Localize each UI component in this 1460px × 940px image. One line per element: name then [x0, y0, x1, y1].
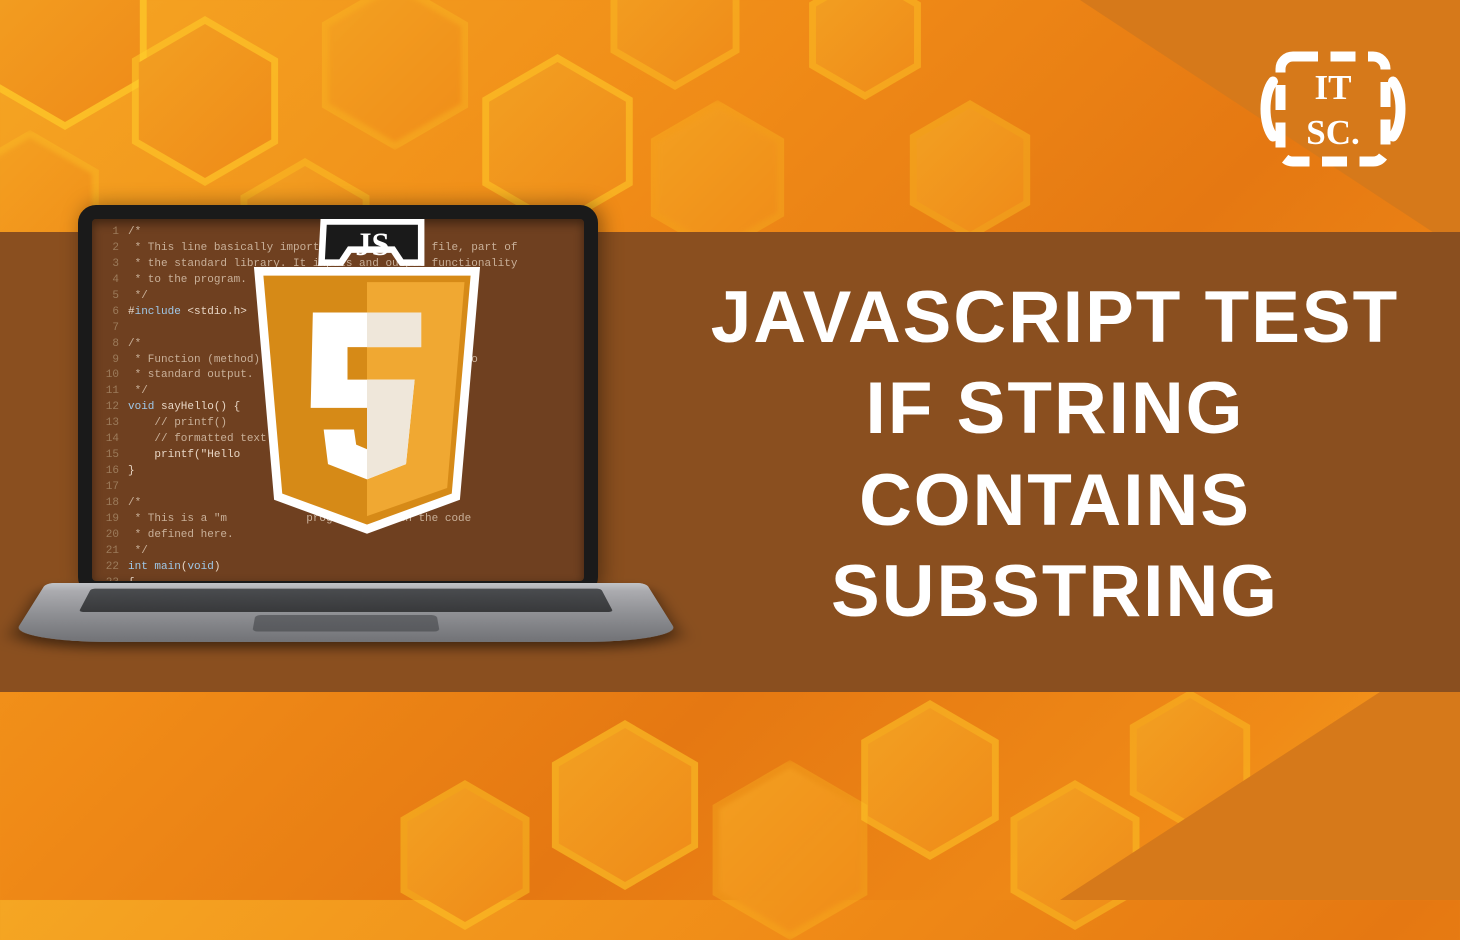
bg-hexagon [850, 700, 1010, 860]
bg-hexagon [310, 0, 480, 150]
hero-headline: JAVASCRIPT TEST IF STRING CONTAINS SUBST… [680, 272, 1430, 637]
laptop-illustration: 1/* 2 * This line basically imports "std… [58, 205, 628, 705]
bg-hexagon [700, 760, 880, 940]
bg-hexagon [540, 720, 710, 890]
laptop-screen: 1/* 2 * This line basically imports "std… [78, 205, 598, 595]
bg-hexagon [600, 0, 750, 90]
bg-hexagon [800, 0, 930, 100]
laptop-trackpad [252, 615, 439, 632]
bg-hexagon [470, 54, 645, 229]
bg-hexagon [390, 780, 540, 930]
javascript-shield-icon: JS [237, 215, 497, 545]
laptop-keyboard [79, 589, 613, 612]
svg-text:IT: IT [1315, 68, 1352, 107]
bg-hexagon [900, 100, 1040, 240]
brand-logo-icon: IT SC. [1258, 34, 1408, 189]
headline-line: SUBSTRING [680, 546, 1430, 637]
headline-line: IF STRING CONTAINS [680, 363, 1430, 546]
svg-text:SC.: SC. [1306, 113, 1360, 152]
headline-line: JAVASCRIPT TEST [680, 272, 1430, 363]
laptop-base [9, 583, 683, 642]
svg-text:JS: JS [355, 227, 389, 263]
